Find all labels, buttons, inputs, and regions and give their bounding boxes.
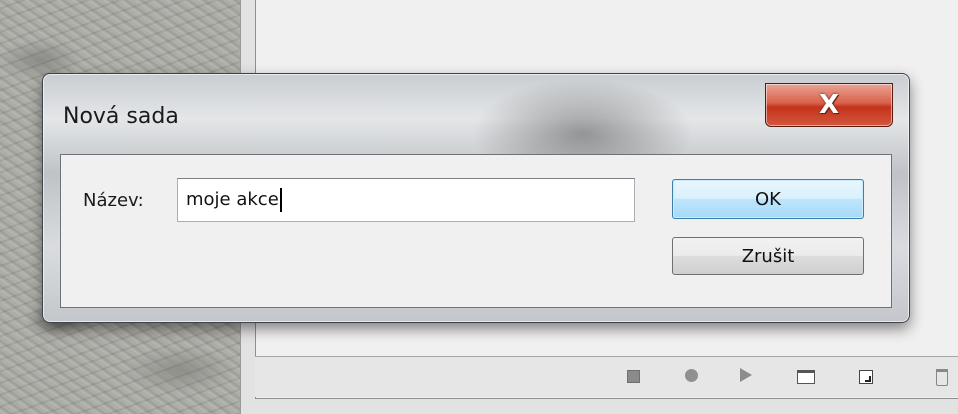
stop-icon[interactable] <box>627 370 640 383</box>
record-icon[interactable] <box>685 369 698 382</box>
new-set-folder-icon[interactable] <box>797 370 815 384</box>
name-label: Název: <box>83 190 144 211</box>
new-action-icon[interactable] <box>859 370 873 384</box>
close-button[interactable]: X <box>765 83 893 127</box>
trash-icon[interactable] <box>936 369 948 386</box>
text-caret <box>279 188 282 212</box>
new-set-dialog: Nová sada X Název: moje akce OK Zrušit <box>42 73 910 323</box>
play-icon[interactable] <box>740 368 752 382</box>
dialog-content: Název: moje akce OK Zrušit <box>60 154 892 308</box>
name-input-value: moje akce <box>186 189 279 210</box>
close-icon: X <box>818 90 840 120</box>
dialog-title: Nová sada <box>63 104 179 129</box>
actions-panel-toolbar <box>255 356 958 397</box>
cancel-button[interactable]: Zrušit <box>672 237 864 275</box>
ok-button[interactable]: OK <box>672 179 864 219</box>
name-input[interactable]: moje akce <box>177 178 635 222</box>
